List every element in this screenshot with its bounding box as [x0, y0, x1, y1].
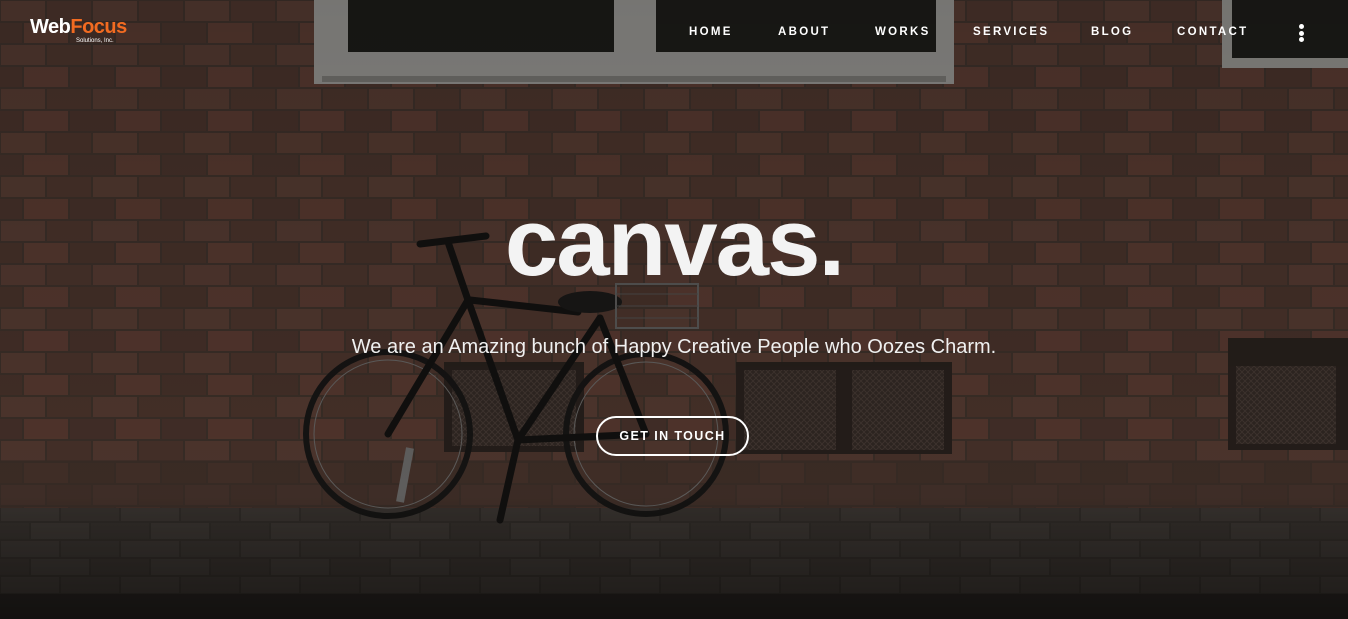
nav-item-contact[interactable]: CONTACT	[1177, 26, 1248, 38]
nav-item-about[interactable]: ABOUT	[778, 26, 830, 38]
menu-dot	[1298, 37, 1304, 42]
nav-item-blog[interactable]: BLOG	[1091, 26, 1133, 38]
get-in-touch-button[interactable]: GET IN TOUCH	[596, 416, 749, 456]
menu-dot	[1298, 30, 1304, 36]
hero-overlay	[0, 0, 1348, 619]
nav-item-home[interactable]: HOME	[689, 26, 733, 38]
hero-title: canvas.	[504, 189, 845, 296]
main-navigation: HOME ABOUT WORKS SERVICES BLOG CONTACT	[0, 26, 1348, 40]
menu-dot	[1298, 24, 1304, 29]
hero-subtitle: We are an Amazing bunch of Happy Creativ…	[351, 336, 997, 358]
nav-item-services[interactable]: SERVICES	[973, 26, 1049, 38]
vertical-dots-icon[interactable]	[1296, 24, 1306, 44]
hero-section: WebFocus Solutions, Inc. HOME ABOUT WORK…	[0, 0, 1348, 619]
nav-item-works[interactable]: WORKS	[875, 26, 931, 38]
